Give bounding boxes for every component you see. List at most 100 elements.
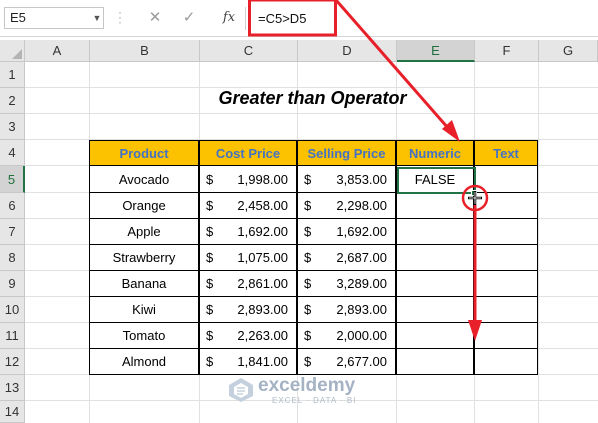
column-header[interactable]: F	[475, 40, 539, 62]
cell-value: 2,687.00	[336, 250, 387, 265]
cell-cost-price[interactable]: $1,841.00	[199, 348, 297, 375]
chevron-down-icon[interactable]: ▼	[90, 7, 104, 29]
cell-product[interactable]: Kiwi	[89, 296, 199, 323]
table-header-selling-price[interactable]: Selling Price	[297, 140, 396, 166]
currency-symbol: $	[206, 328, 214, 343]
formula-input[interactable]: =C5>D5	[245, 7, 598, 30]
row-header[interactable]: 4	[0, 140, 25, 166]
drag-handle-icon[interactable]: · · ·	[118, 6, 122, 28]
cell-numeric[interactable]	[396, 270, 474, 297]
cell-value: 3,289.00	[336, 276, 387, 291]
cell-cost-price[interactable]: $2,861.00	[199, 270, 297, 297]
enter-icon[interactable]: ✓	[178, 8, 200, 28]
watermark-tagline: EXCEL · DATA · BI	[272, 396, 357, 405]
table-header-product[interactable]: Product	[89, 140, 199, 166]
watermark-name: exceldemy	[258, 375, 356, 396]
cell-text[interactable]	[474, 244, 538, 271]
currency-symbol: $	[206, 302, 214, 317]
cell-selling-price[interactable]: $2,298.00	[297, 192, 396, 219]
currency-symbol: $	[206, 276, 214, 291]
cell-selling-price[interactable]: $3,853.00	[297, 165, 396, 193]
cell-numeric[interactable]	[396, 348, 474, 375]
exceldemy-logo-icon	[229, 378, 253, 402]
cell-numeric[interactable]	[396, 192, 474, 219]
sheet-title[interactable]: Greater than Operator	[90, 88, 535, 112]
cell-text[interactable]	[474, 322, 538, 349]
currency-symbol: $	[304, 198, 312, 213]
row-header[interactable]: 2	[0, 88, 25, 114]
column-header[interactable]: G	[539, 40, 598, 62]
cell-selling-price[interactable]: $2,000.00	[297, 322, 396, 349]
column-header-selected[interactable]: E	[397, 40, 475, 62]
cancel-icon[interactable]: ✕	[144, 8, 166, 28]
row-header[interactable]: 3	[0, 114, 25, 140]
cell-cost-price[interactable]: $2,263.00	[199, 322, 297, 349]
currency-symbol: $	[304, 328, 312, 343]
cell-text[interactable]	[474, 192, 538, 219]
cell-product[interactable]: Banana	[89, 270, 199, 297]
table-header-cost-price[interactable]: Cost Price	[199, 140, 297, 166]
cell-numeric[interactable]	[396, 296, 474, 323]
insert-function-icon[interactable]: fx	[218, 8, 240, 28]
cell-cost-price[interactable]: $2,458.00	[199, 192, 297, 219]
name-box[interactable]: E5	[4, 7, 104, 29]
cell-selling-price[interactable]: $2,687.00	[297, 244, 396, 271]
cell-product[interactable]: Tomato	[89, 322, 199, 349]
cell-cost-price[interactable]: $1,075.00	[199, 244, 297, 271]
cell-value: 2,677.00	[336, 354, 387, 369]
currency-symbol: $	[206, 250, 214, 265]
cell-text[interactable]	[474, 218, 538, 245]
cell-selling-price[interactable]: $2,677.00	[297, 348, 396, 375]
cell-selling-price[interactable]: $2,893.00	[297, 296, 396, 323]
row-header-selected[interactable]: 5	[0, 166, 25, 193]
row-header[interactable]: 7	[0, 219, 25, 245]
cell-text[interactable]	[474, 348, 538, 375]
row-header[interactable]: 11	[0, 323, 25, 349]
cell-product[interactable]: Avocado	[89, 165, 199, 193]
row-header[interactable]: 14	[0, 401, 25, 423]
cell-text[interactable]	[474, 296, 538, 323]
cell-product[interactable]: Apple	[89, 218, 199, 245]
currency-symbol: $	[304, 250, 312, 265]
column-header[interactable]: A	[25, 40, 90, 62]
column-header[interactable]: D	[298, 40, 397, 62]
cell-value: 2,298.00	[336, 198, 387, 213]
cell-product[interactable]: Almond	[89, 348, 199, 375]
currency-symbol: $	[304, 302, 312, 317]
cell-numeric[interactable]	[396, 322, 474, 349]
cell-value: 2,893.00	[336, 302, 387, 317]
currency-symbol: $	[206, 354, 214, 369]
table-header-numeric[interactable]: Numeric	[396, 140, 474, 166]
row-header[interactable]: 8	[0, 245, 25, 271]
cell-numeric[interactable]	[396, 218, 474, 245]
row-header[interactable]: 1	[0, 62, 25, 88]
column-header[interactable]: B	[90, 40, 200, 62]
select-all-icon	[12, 49, 22, 59]
cell-selling-price[interactable]: $3,289.00	[297, 270, 396, 297]
row-header[interactable]: 12	[0, 349, 25, 375]
cell-value: 1,692.00	[336, 224, 387, 239]
cell-value: 2,263.00	[237, 328, 288, 343]
active-cell-border[interactable]	[397, 167, 476, 194]
cell-product[interactable]: Orange	[89, 192, 199, 219]
cell-numeric[interactable]	[396, 244, 474, 271]
gridline	[538, 62, 539, 423]
row-header[interactable]: 9	[0, 271, 25, 297]
cell-selling-price[interactable]: $1,692.00	[297, 218, 396, 245]
fill-handle[interactable]	[471, 190, 477, 196]
cell-text[interactable]	[474, 165, 538, 193]
cell-value: 2,458.00	[237, 198, 288, 213]
gridline	[25, 113, 598, 114]
row-header[interactable]: 13	[0, 375, 25, 401]
column-header[interactable]: C	[200, 40, 298, 62]
row-header[interactable]: 10	[0, 297, 25, 323]
table-header-text[interactable]: Text	[474, 140, 538, 166]
cell-cost-price[interactable]: $1,692.00	[199, 218, 297, 245]
cell-cost-price[interactable]: $1,998.00	[199, 165, 297, 193]
cell-value: 1,075.00	[237, 250, 288, 265]
cell-cost-price[interactable]: $2,893.00	[199, 296, 297, 323]
row-header[interactable]: 6	[0, 193, 25, 219]
cell-value: 1,841.00	[237, 354, 288, 369]
cell-product[interactable]: Strawberry	[89, 244, 199, 271]
cell-text[interactable]	[474, 270, 538, 297]
